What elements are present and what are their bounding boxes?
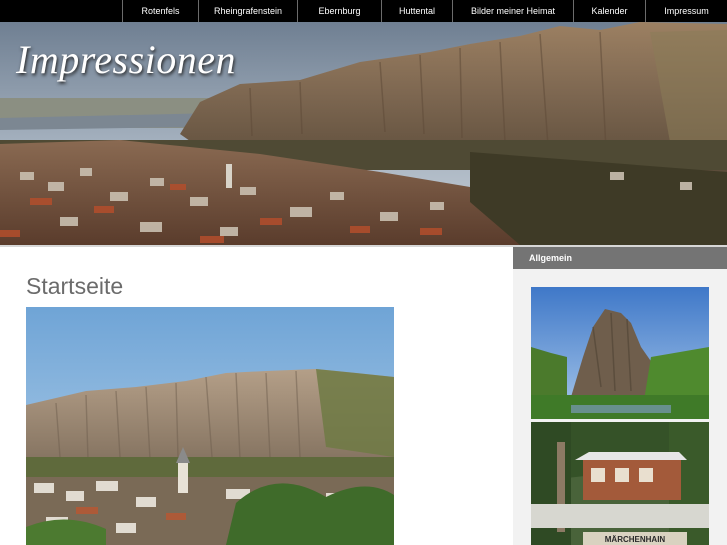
nav-item-kalender[interactable]: Kalender <box>573 0 645 22</box>
header-banner: Impressionen <box>0 22 727 245</box>
sidebar-photo-rock[interactable] <box>531 287 709 419</box>
top-nav-bar: Rotenfels Rheingrafenstein Ebernburg Hut… <box>0 0 727 22</box>
main-nav: Rotenfels Rheingrafenstein Ebernburg Hut… <box>122 0 727 22</box>
nav-item-rotenfels[interactable]: Rotenfels <box>122 0 198 22</box>
nav-item-ebernburg[interactable]: Ebernburg <box>297 0 381 22</box>
main-content: Startseite <box>0 247 512 545</box>
nav-item-huttental[interactable]: Huttental <box>381 0 452 22</box>
page-title: Startseite <box>26 273 124 299</box>
sidebar: Allgemein MÄRCHENHAIN <box>513 247 727 545</box>
site-title: Impressionen <box>16 37 237 82</box>
nav-item-impressum[interactable]: Impressum <box>645 0 727 22</box>
sidebar-photo-maerchenhain[interactable]: MÄRCHENHAIN <box>531 422 709 545</box>
nav-item-bilder-meiner-heimat[interactable]: Bilder meiner Heimat <box>452 0 573 22</box>
nav-item-rheingrafenstein[interactable]: Rheingrafenstein <box>198 0 297 22</box>
maerchenhain-sign: MÄRCHENHAIN <box>605 535 666 544</box>
main-photo <box>26 307 394 545</box>
sidebar-header: Allgemein <box>513 247 727 269</box>
